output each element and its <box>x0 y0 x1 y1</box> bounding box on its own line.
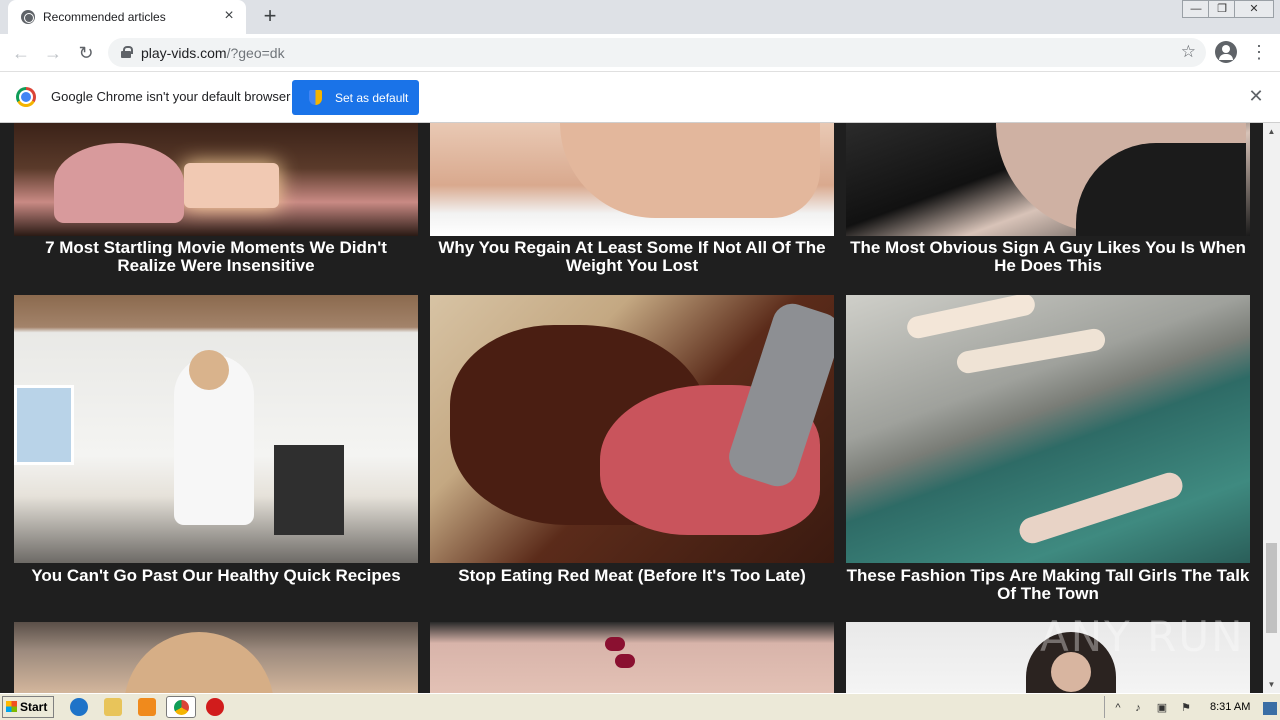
kitchen-photo[interactable] <box>14 295 418 563</box>
browser-titlebar: Recommended articles × + — ❐ ✕ <box>0 0 1280 34</box>
internet-explorer-icon[interactable] <box>70 698 88 716</box>
chrome-icon <box>174 700 189 715</box>
chrome-taskbar-button[interactable] <box>166 696 196 718</box>
default-browser-infobar: Google Chrome isn't your default browser… <box>0 72 1280 123</box>
dress-shape <box>54 143 184 223</box>
close-window-button[interactable]: ✕ <box>1234 0 1274 18</box>
folder-icon[interactable] <box>104 698 122 716</box>
figure-shape <box>905 295 1037 341</box>
article-caption[interactable]: 7 Most Startling Movie Moments We Didn't… <box>14 239 418 275</box>
article-grid: 7 Most Startling Movie Moments We Didn't… <box>0 123 1263 693</box>
speaker-icon[interactable]: ♪ <box>1131 702 1145 715</box>
tab-close-button[interactable]: × <box>220 7 238 25</box>
head-shape <box>189 350 229 390</box>
tab-title: Recommended articles <box>43 10 166 24</box>
reload-button[interactable]: ↻ <box>74 41 98 65</box>
lock-icon[interactable] <box>121 46 133 58</box>
system-tray: ^ ♪ ▣ ⚑ <box>1104 696 1278 718</box>
tray-expand-icon[interactable]: ^ <box>1111 702 1125 715</box>
tab-recommended-articles[interactable]: Recommended articles × <box>8 0 246 34</box>
couple-photo[interactable] <box>846 123 1250 236</box>
forward-button[interactable]: → <box>41 41 65 65</box>
figure-shape <box>1016 469 1186 547</box>
flag-icon[interactable]: ⚑ <box>1179 702 1193 715</box>
article-caption[interactable]: You Can't Go Past Our Healthy Quick Reci… <box>14 567 418 585</box>
url-text[interactable]: play-vids.com/?geo=dk <box>141 45 285 61</box>
maximize-button[interactable]: ❐ <box>1208 0 1236 18</box>
address-bar[interactable]: play-vids.com/?geo=dk ☆ <box>108 38 1206 67</box>
hair-shape <box>124 632 274 693</box>
start-label: Start <box>20 700 48 714</box>
scroll-thumb[interactable] <box>1266 543 1277 633</box>
page-scrollbar[interactable]: ▲ ▼ <box>1263 123 1280 693</box>
taskbar-clock[interactable]: 8:31 AM <box>1210 701 1250 713</box>
infobar-message: Google Chrome isn't your default browser <box>51 89 291 104</box>
article-caption[interactable]: Why You Regain At Least Some If Not All … <box>430 239 834 275</box>
globe-icon <box>21 10 35 24</box>
url-path: /?geo=dk <box>226 45 285 61</box>
article-caption[interactable]: The Most Obvious Sign A Guy Likes You Is… <box>846 239 1250 275</box>
chrome-logo-icon <box>16 87 36 107</box>
fountain-photo[interactable] <box>846 295 1250 563</box>
figure-shape <box>955 327 1107 375</box>
chrome-menu-button[interactable]: ⋮ <box>1250 41 1268 65</box>
hands-photo[interactable] <box>430 622 834 693</box>
cake-shape <box>184 163 279 208</box>
url-host: play-vids.com <box>141 45 227 61</box>
set-as-default-label: Set as default <box>335 91 409 105</box>
stove-shape <box>274 445 344 535</box>
start-button[interactable]: Start <box>2 696 54 718</box>
show-desktop-icon[interactable] <box>1263 702 1277 715</box>
infobar-close-button[interactable]: ✕ <box>1246 86 1266 106</box>
skin-shape <box>560 123 820 218</box>
article-caption[interactable]: Stop Eating Red Meat (Before It's Too La… <box>430 567 834 585</box>
profile-avatar-icon[interactable] <box>1215 41 1237 63</box>
article-caption[interactable]: These Fashion Tips Are Making Tall Girls… <box>846 567 1250 603</box>
new-tab-button[interactable]: + <box>258 5 282 29</box>
bookmark-star-icon[interactable]: ☆ <box>1181 42 1196 62</box>
window-shape <box>14 385 74 465</box>
scroll-up-arrow-icon[interactable]: ▲ <box>1263 123 1280 140</box>
media-player-icon[interactable] <box>138 698 156 716</box>
scroll-down-arrow-icon[interactable]: ▼ <box>1263 676 1280 693</box>
windows-taskbar: Start ^ ♪ ▣ ⚑ 8:31 AM <box>0 693 1280 720</box>
browser-toolbar: ← → ↻ play-vids.com/?geo=dk ☆ ⋮ <box>0 34 1280 72</box>
body-photo[interactable] <box>430 123 834 236</box>
minimize-button[interactable]: — <box>1182 0 1210 18</box>
birthday-cake-photo[interactable] <box>14 123 418 236</box>
steak-photo[interactable] <box>430 295 834 563</box>
anyrun-watermark: ANY RUN <box>1040 612 1245 661</box>
shield-icon <box>309 90 322 105</box>
nail-shape <box>615 654 635 668</box>
set-as-default-button[interactable]: Set as default <box>292 80 419 115</box>
woman-portrait-photo[interactable] <box>14 622 418 693</box>
back-button[interactable]: ← <box>9 41 33 65</box>
windows-logo-icon <box>6 701 17 712</box>
network-icon[interactable]: ▣ <box>1155 702 1169 715</box>
opera-icon[interactable] <box>206 698 224 716</box>
nail-shape <box>605 637 625 651</box>
